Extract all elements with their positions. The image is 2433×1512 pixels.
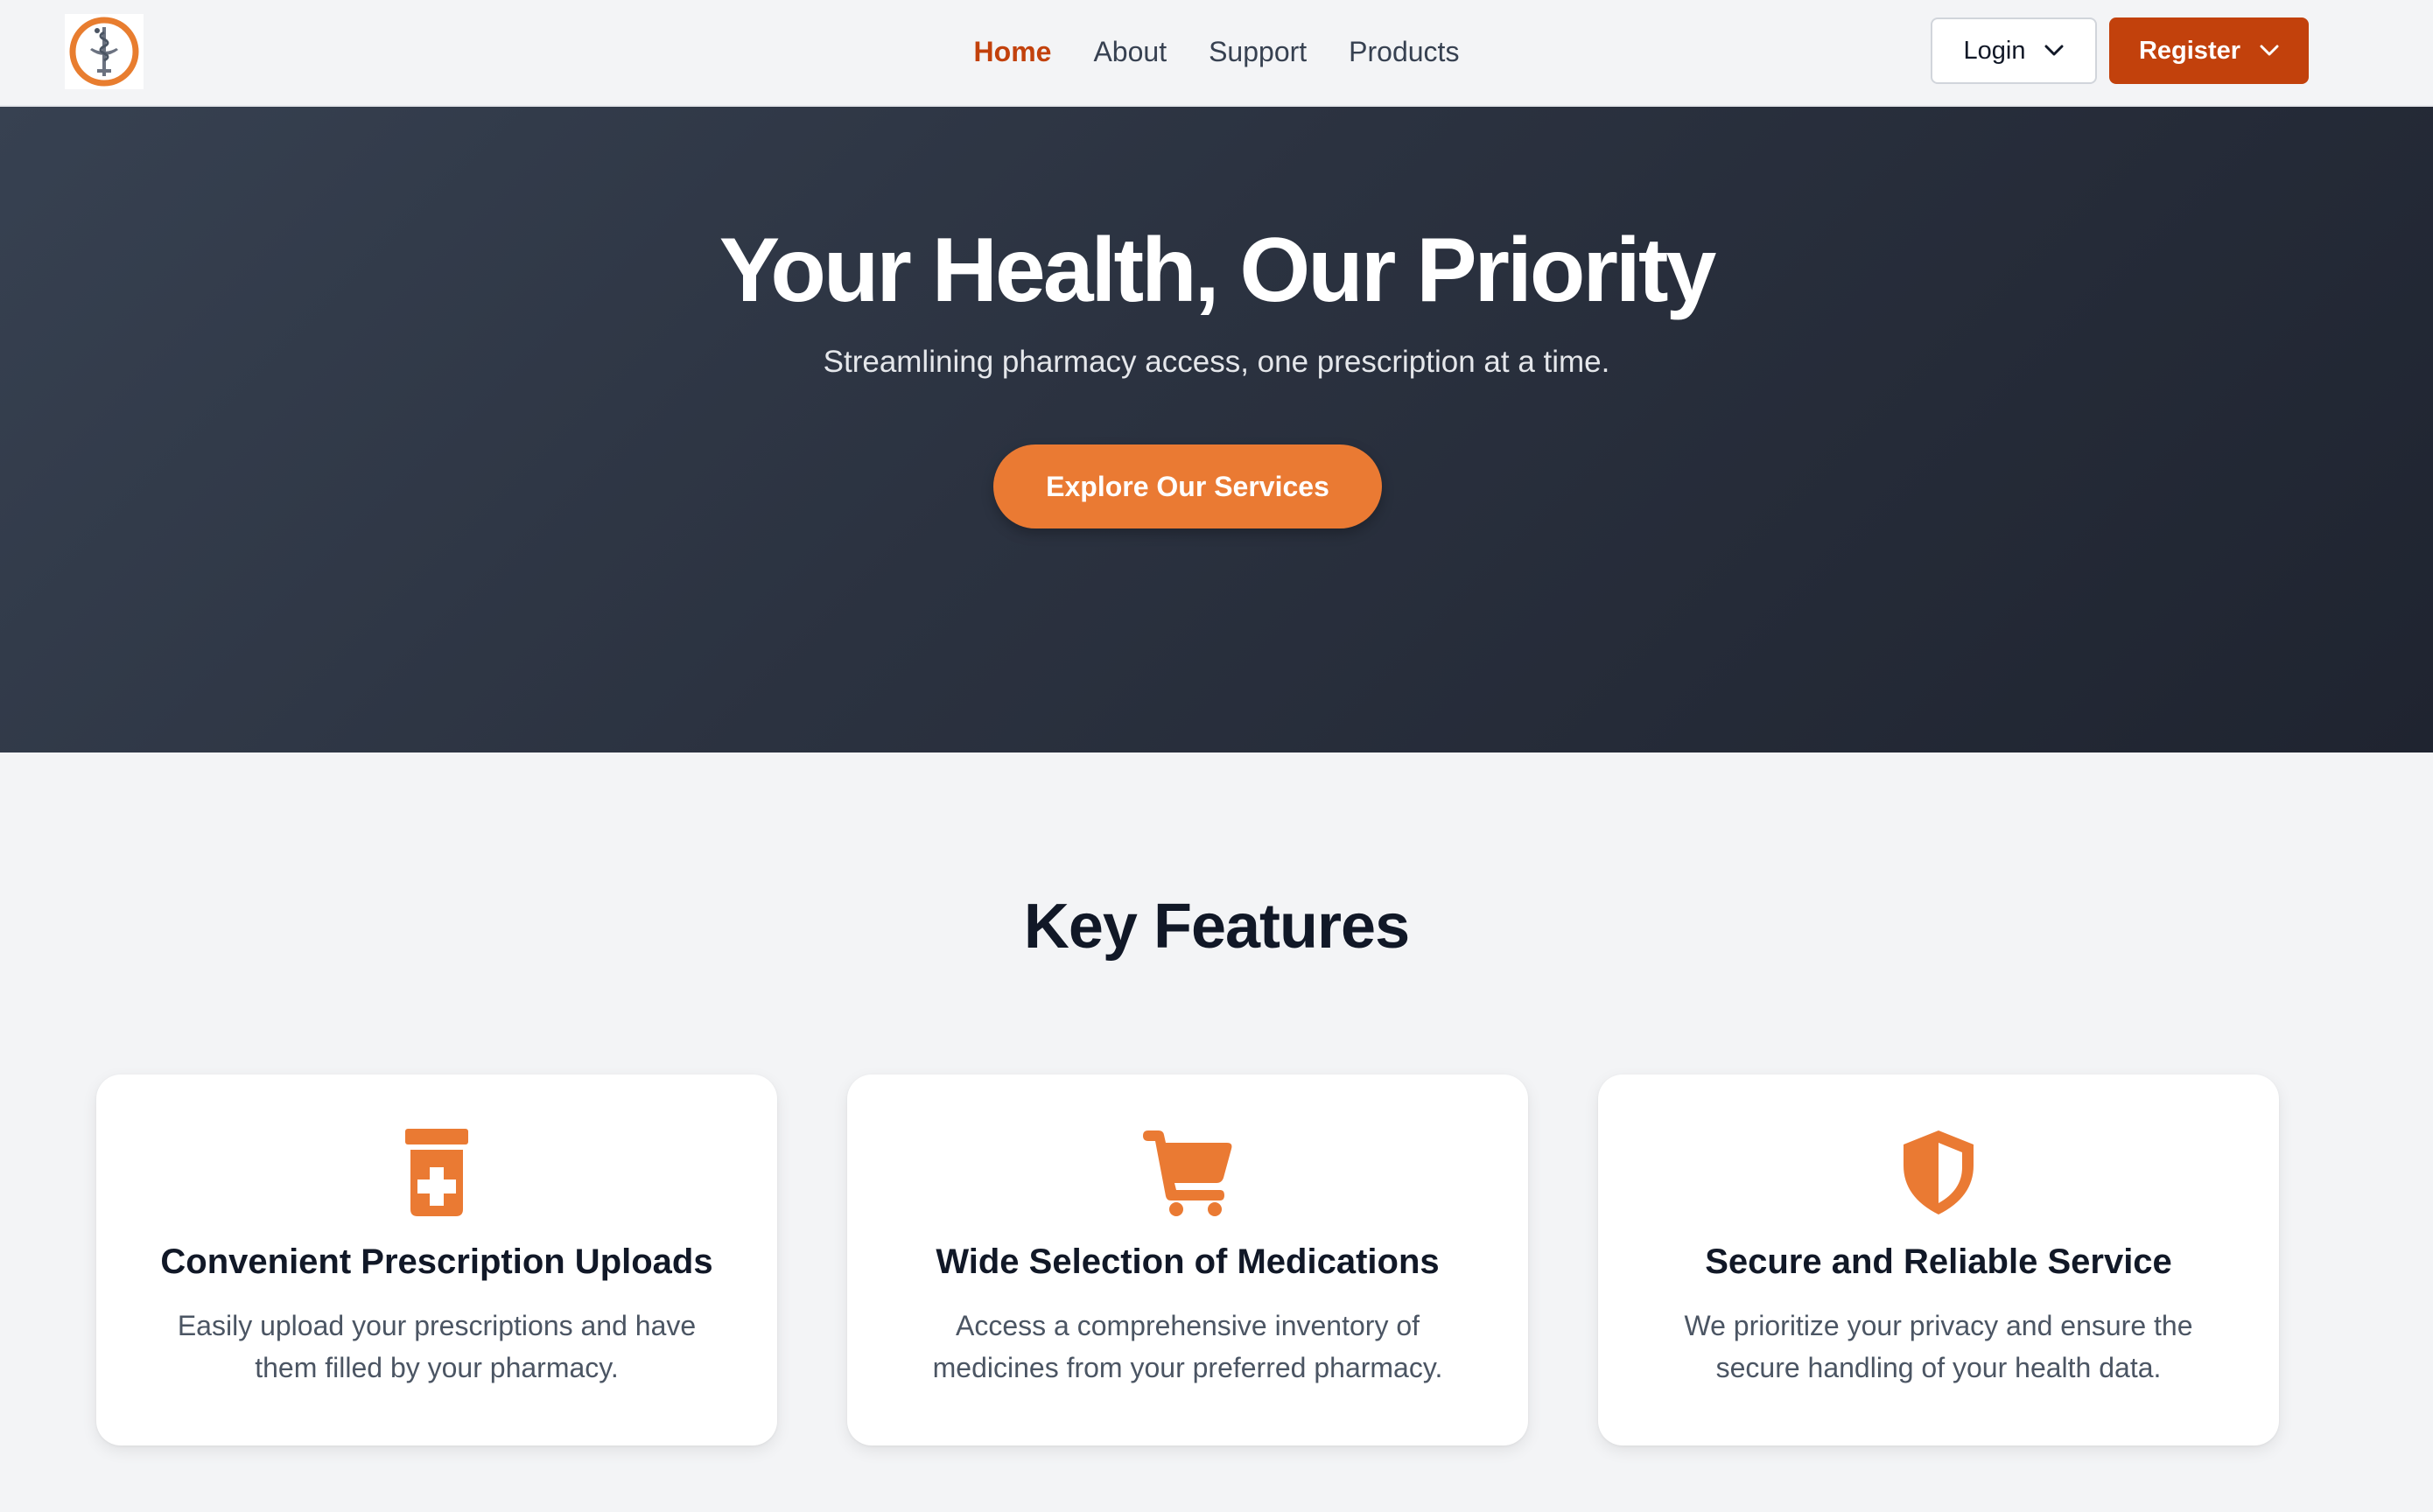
hero-section: Your Health, Our Priority Streamlining p… — [0, 107, 2433, 752]
explore-services-button[interactable]: Explore Our Services — [993, 444, 1382, 528]
feature-card-description: Easily upload your prescriptions and hav… — [177, 1310, 697, 1383]
login-dropdown-button[interactable]: Login — [1931, 18, 2097, 84]
features-heading: Key Features — [1023, 892, 1410, 962]
feature-card-title: Secure and Reliable Service — [1705, 1242, 2172, 1281]
feature-card-secure-service: Secure and Reliable Service We prioritiz… — [1598, 1074, 2279, 1446]
hero-title: Your Health, Our Priority — [719, 220, 1717, 321]
nav-link-about[interactable]: About — [1093, 36, 1167, 68]
register-dropdown-button[interactable]: Register — [2109, 18, 2309, 84]
register-label: Register — [2138, 36, 2241, 65]
feature-card-prescription-uploads: Convenient Prescription Uploads Easily u… — [96, 1074, 777, 1446]
chevron-down-icon — [2260, 45, 2279, 56]
shopping-cart-icon — [847, 1129, 1528, 1220]
feature-card-description: We prioritize your privacy and ensure th… — [1684, 1310, 2193, 1383]
feature-card-title: Convenient Prescription Uploads — [160, 1242, 713, 1281]
feature-card-description: Access a comprehensive inventory of medi… — [932, 1310, 1443, 1383]
hero-subtitle: Streamlining pharmacy access, one prescr… — [823, 345, 1610, 379]
feature-card-medication-selection: Wide Selection of Medications Access a c… — [847, 1074, 1528, 1446]
nav-link-support[interactable]: Support — [1209, 36, 1307, 68]
chevron-down-icon — [2044, 45, 2064, 56]
nav-link-products[interactable]: Products — [1349, 36, 1459, 68]
top-navbar: Home About Support Products Login Regist… — [0, 0, 2433, 107]
feature-card-title: Wide Selection of Medications — [936, 1242, 1440, 1281]
shield-icon — [1598, 1129, 2279, 1220]
pharmacy-logo-icon[interactable] — [65, 14, 144, 89]
prescription-bottle-icon — [96, 1129, 777, 1220]
nav-link-home[interactable]: Home — [974, 36, 1052, 68]
login-label: Login — [1963, 36, 2026, 65]
